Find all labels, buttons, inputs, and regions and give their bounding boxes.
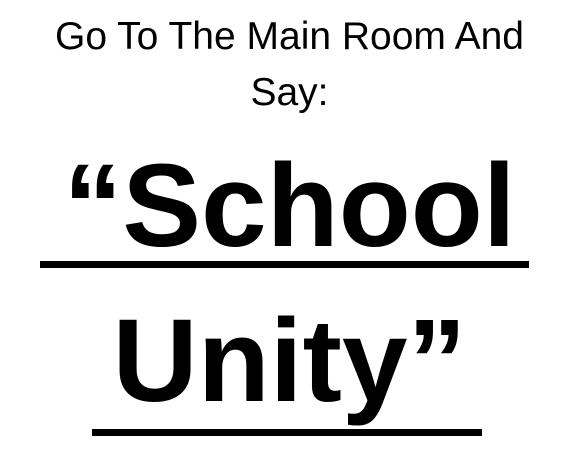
document-page: Go To The Main Room And Say: “School Uni… [0, 0, 579, 468]
instruction-line-2: Say: [250, 71, 329, 114]
phrase-underline-1 [40, 261, 529, 268]
phrase-line-1: “School [63, 140, 516, 272]
instruction-line-1: Go To The Main Room And [55, 15, 524, 58]
phrase-line-2: Unity” [112, 295, 467, 427]
phrase-underline-2 [92, 429, 482, 436]
